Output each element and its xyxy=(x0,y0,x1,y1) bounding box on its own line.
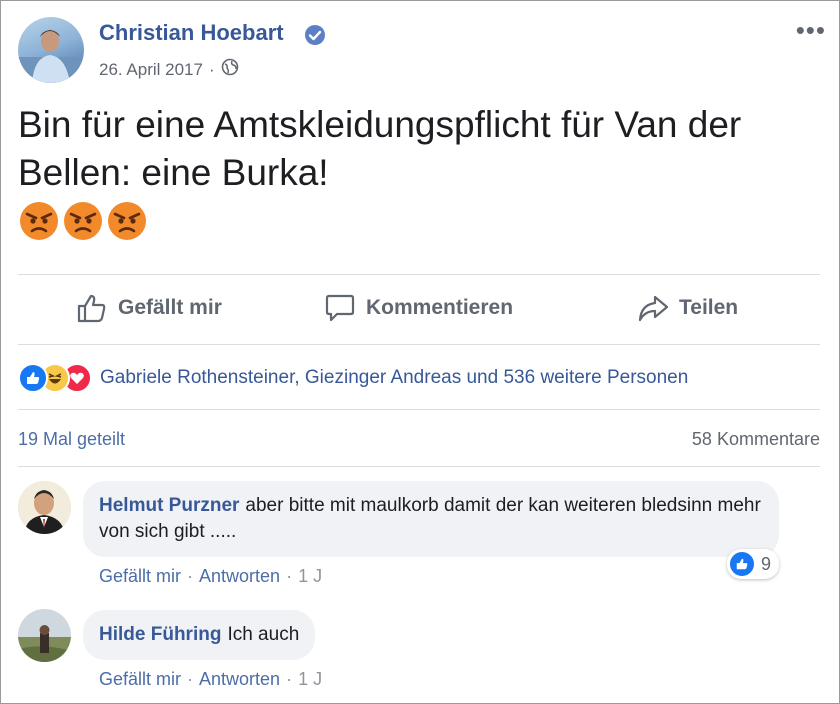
comment-reply-link[interactable]: Antworten xyxy=(199,669,280,689)
comment-button-label: Kommentieren xyxy=(366,296,514,319)
comment-like-link[interactable]: Gefällt mir xyxy=(99,669,181,689)
dot-separator: · xyxy=(286,669,293,689)
post-text: Bin für eine Amtskleidungspflicht für Va… xyxy=(18,104,742,193)
author-name[interactable]: Christian Hoebart xyxy=(99,20,284,46)
comment-reply-link[interactable]: Antworten xyxy=(199,566,280,586)
comment-bubble: Helmut Purzner aber bitte mit maulkorb da… xyxy=(83,481,779,557)
more-options-icon[interactable]: ••• xyxy=(796,17,826,43)
dot-separator: · xyxy=(187,669,194,689)
verified-badge-icon xyxy=(304,24,326,46)
comment-button[interactable]: Kommentieren xyxy=(324,292,513,324)
commenter-avatar[interactable] xyxy=(18,481,71,534)
angry-face-icon xyxy=(108,202,146,240)
commenter-name[interactable]: Helmut Purzner xyxy=(99,495,239,516)
comment-actions: Gefällt mir · Antworten · 1 J xyxy=(99,669,322,690)
comments-count[interactable]: 58 Kommentare xyxy=(692,429,820,450)
post-meta: 26. April 2017 · xyxy=(99,58,239,81)
post-emojis xyxy=(18,200,148,242)
like-button[interactable]: Gefällt mir xyxy=(76,292,222,324)
dot-separator: · xyxy=(187,566,194,586)
comment-bubble: Hilde Führing Ich auch xyxy=(83,610,316,660)
shares-count[interactable]: 19 Mal geteilt xyxy=(18,429,125,450)
divider xyxy=(18,466,820,467)
meta-separator: · xyxy=(208,59,215,79)
angry-face-icon xyxy=(64,202,102,240)
author-avatar[interactable] xyxy=(18,17,84,83)
like-icon xyxy=(729,551,755,577)
comment-actions: Gefällt mir · Antworten · 1 J xyxy=(99,566,322,587)
comment-icon xyxy=(325,294,355,322)
like-button-label: Gefällt mir xyxy=(118,296,222,319)
angry-face-icon xyxy=(20,202,58,240)
divider xyxy=(18,344,820,345)
comment-time[interactable]: 1 J xyxy=(298,566,322,586)
divider xyxy=(18,409,820,410)
like-icon xyxy=(18,363,48,393)
reactions-text[interactable]: Gabriele Rothensteiner, Giezinger Andrea… xyxy=(100,367,688,389)
thumbs-up-icon xyxy=(77,294,106,323)
comment-text: Ich auch xyxy=(227,624,300,645)
dot-separator: · xyxy=(286,566,293,586)
comment-reaction-count[interactable]: 9 xyxy=(727,549,780,579)
post-date[interactable]: 26. April 2017 xyxy=(99,60,203,80)
divider xyxy=(18,274,820,275)
share-icon xyxy=(638,295,669,322)
comment-time[interactable]: 1 J xyxy=(298,669,322,689)
share-button[interactable]: Teilen xyxy=(637,292,738,324)
commenter-avatar[interactable] xyxy=(18,609,71,662)
globe-icon[interactable] xyxy=(221,58,239,81)
share-button-label: Teilen xyxy=(679,296,739,319)
commenter-name[interactable]: Hilde Führing xyxy=(99,624,221,645)
reactions-summary[interactable]: Gabriele Rothensteiner, Giezinger Andrea… xyxy=(18,363,688,393)
comment-reaction-number: 9 xyxy=(761,553,772,574)
comment-like-link[interactable]: Gefällt mir xyxy=(99,566,181,586)
